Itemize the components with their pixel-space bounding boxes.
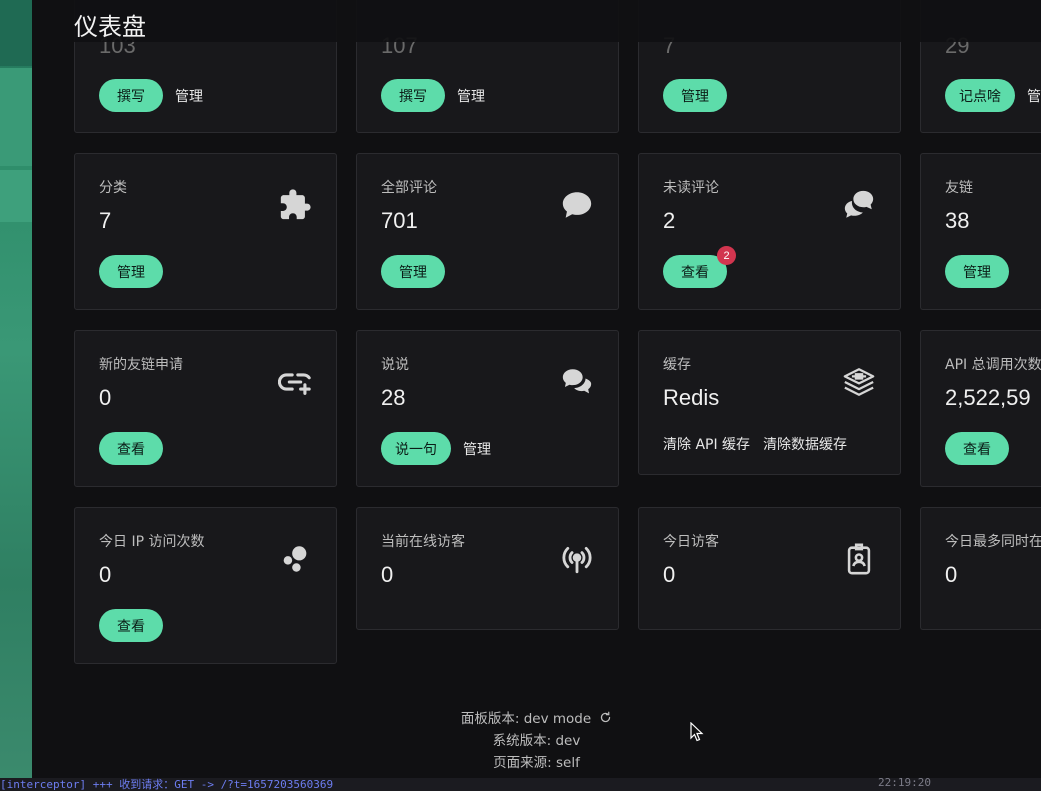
sidebar-item-active[interactable] <box>0 68 32 166</box>
online-visitors-label: 当前在线访客 <box>381 534 465 550</box>
view-api-calls-button[interactable]: 查看 <box>945 432 1009 465</box>
system-version: 系统版本: dev <box>492 733 581 749</box>
sidebar-item-3[interactable] <box>0 170 32 222</box>
unread-comments-count: 2 <box>663 208 676 233</box>
all-comments-label: 全部评论 <box>381 180 437 196</box>
clear-data-cache-link[interactable]: 清除数据缓存 <box>763 434 847 454</box>
today-visitors-card: 今日访客 0 <box>638 507 901 630</box>
clear-api-cache-link[interactable]: 清除 API 缓存 <box>663 434 750 454</box>
view-link-requests-button[interactable]: 查看 <box>99 432 163 465</box>
today-visitors-label: 今日访客 <box>663 534 719 550</box>
write-post-button[interactable]: 撰写 <box>99 79 163 112</box>
console-log-text: [interceptor] +++ 收到请求：GET -> /?t=165720… <box>0 778 334 791</box>
version-footer: 面板版本: dev mode 系统版本: dev 页面来源: self <box>32 708 1041 774</box>
badge-id-icon <box>842 542 876 576</box>
comment-icon <box>560 188 594 222</box>
friend-links-card: 友链 38 管理 <box>920 153 1041 310</box>
page-header: 仪表盘 <box>32 0 1041 42</box>
api-calls-card: API 总调用次数 2,522,59 查看 <box>920 330 1041 487</box>
all-comments-count: 701 <box>381 208 418 233</box>
manage-pages-button[interactable]: 管理 <box>663 79 727 112</box>
manage-posts-link[interactable]: 管理 <box>175 86 203 106</box>
all-comments-card: 全部评论 701 管理 <box>356 153 619 310</box>
max-concurrent-label: 今日最多同时在 <box>945 534 1041 550</box>
page-title: 仪表盘 <box>74 13 146 41</box>
dashboard-main: 仪表盘 103 撰写 管理 107 撰写 管理 7 管理 29 记点啥 管 分类… <box>32 0 1041 778</box>
max-concurrent-card: 今日最多同时在 0 <box>920 507 1041 630</box>
page-source: 页面来源: self <box>493 755 580 771</box>
online-visitors-card: 当前在线访客 0 <box>356 507 619 630</box>
comments-icon <box>842 188 876 222</box>
sidebar-item-1[interactable] <box>0 0 32 66</box>
cache-label: 缓存 <box>663 357 691 373</box>
online-visitors-count: 0 <box>381 562 394 587</box>
record-something-button[interactable]: 记点啥 <box>945 79 1015 112</box>
today-ip-card: 今日 IP 访问次数 0 查看 <box>74 507 337 664</box>
broadcast-icon <box>560 542 594 576</box>
category-label: 分类 <box>99 180 127 196</box>
say-something-button[interactable]: 说一句 <box>381 432 451 465</box>
view-ip-button[interactable]: 查看 <box>99 609 163 642</box>
manage-says-link[interactable]: 管理 <box>463 439 491 459</box>
manage-notes-link[interactable]: 管理 <box>457 86 485 106</box>
cache-value: Redis <box>663 385 720 410</box>
category-card: 分类 7 管理 <box>74 153 337 310</box>
puzzle-icon <box>278 188 312 222</box>
cache-card: 缓存 Redis 清除 API 缓存 清除数据缓存 <box>638 330 901 475</box>
link-requests-label: 新的友链申请 <box>99 357 183 373</box>
manage-comments-button[interactable]: 管理 <box>381 255 445 288</box>
today-ip-count: 0 <box>99 562 112 587</box>
link-requests-card: 新的友链申请 0 查看 <box>74 330 337 487</box>
mouse-cursor-icon <box>690 722 704 742</box>
layers-icon <box>842 365 876 399</box>
console-log-time: 22:19:20 <box>878 778 931 789</box>
api-calls-label: API 总调用次数 <box>945 357 1041 373</box>
friend-links-label: 友链 <box>945 180 973 196</box>
manage-categories-button[interactable]: 管理 <box>99 255 163 288</box>
refresh-icon[interactable] <box>599 709 612 723</box>
today-visitors-count: 0 <box>663 562 676 587</box>
unread-comments-label: 未读评论 <box>663 180 719 196</box>
today-ip-label: 今日 IP 访问次数 <box>99 534 205 550</box>
unread-badge: 2 <box>717 246 736 265</box>
says-label: 说说 <box>381 357 409 373</box>
category-count: 7 <box>99 208 112 233</box>
api-calls-count: 2,522,59 <box>945 385 1031 410</box>
unread-comments-card: 未读评论 2 查看 2 <box>638 153 901 310</box>
max-concurrent-count: 0 <box>945 562 958 587</box>
manage-links-button[interactable]: 管理 <box>945 255 1009 288</box>
link-add-icon <box>277 365 312 399</box>
sidebar <box>0 0 32 778</box>
friend-links-count: 38 <box>945 208 970 233</box>
says-card: 说说 28 说一句 管理 <box>356 330 619 487</box>
bubbles-icon <box>278 542 312 576</box>
link-requests-count: 0 <box>99 385 112 410</box>
says-count: 28 <box>381 385 406 410</box>
chat-bubbles-icon <box>560 365 594 399</box>
panel-version: 面板版本: dev mode <box>460 711 592 727</box>
write-note-button[interactable]: 撰写 <box>381 79 445 112</box>
manage-recently-link[interactable]: 管 <box>1027 86 1041 106</box>
console-log-bar: [interceptor] +++ 收到请求：GET -> /?t=165720… <box>0 778 1041 791</box>
